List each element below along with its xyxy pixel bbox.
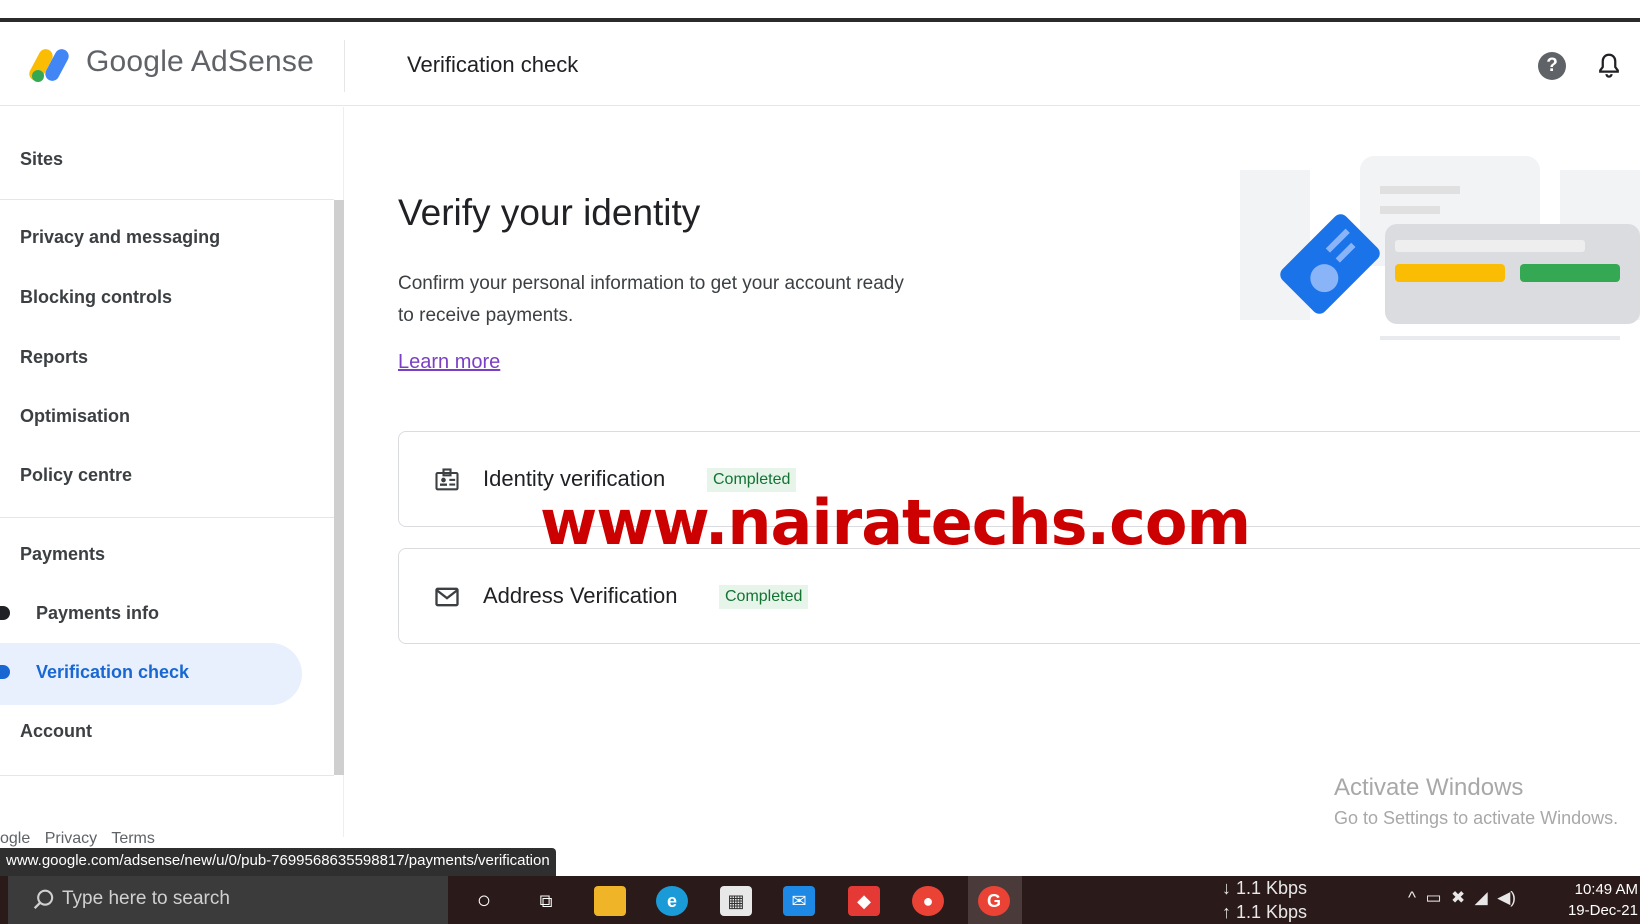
- sidebar-item-policy-centre[interactable]: Policy centre: [20, 465, 132, 486]
- store-icon[interactable]: ▦: [720, 886, 752, 916]
- task-view-icon[interactable]: ⧉: [530, 886, 562, 916]
- sidebar-nav: Sites Privacy and messaging Blocking con…: [0, 107, 344, 837]
- main-title: Verify your identity: [398, 192, 701, 233]
- anydesk-icon[interactable]: ◆: [848, 886, 880, 916]
- adsense-logo[interactable]: Google AdSense: [26, 42, 314, 84]
- status-badge: Completed: [719, 585, 809, 609]
- search-icon: [33, 889, 54, 909]
- sidebar-item-reports[interactable]: Reports: [20, 347, 88, 368]
- footer-link-terms[interactable]: Terms: [111, 830, 155, 847]
- network-disconnected-icon[interactable]: ✖: [1451, 888, 1465, 907]
- status-bar-url: www.google.com/adsense/new/u/0/pub-76995…: [0, 848, 556, 878]
- card-label: Address Verification: [483, 583, 678, 608]
- sidebar-item-verification-check[interactable]: Verification check: [36, 662, 189, 683]
- sidebar-item-blocking-controls[interactable]: Blocking controls: [20, 287, 172, 308]
- battery-icon[interactable]: ▭: [1425, 888, 1441, 907]
- taskbar-search-placeholder: Type here to search: [62, 888, 230, 909]
- brand-name: Google AdSense: [86, 45, 314, 78]
- wifi-icon[interactable]: ◢: [1475, 888, 1488, 907]
- network-download-speed: ↓ 1.1 Kbps: [1222, 878, 1308, 898]
- clock-time: 10:49 AM: [1574, 881, 1638, 898]
- mail-app-icon[interactable]: ✉: [783, 886, 815, 916]
- file-explorer-icon[interactable]: [594, 886, 626, 916]
- help-icon[interactable]: ?: [1538, 52, 1566, 80]
- main-description: Confirm your personal information to get…: [398, 273, 904, 326]
- network-speed-meter: ↓ 1.1 Kbps ↑ 1.1 Kbps: [1222, 876, 1307, 924]
- system-tray[interactable]: ^ ▭ ✖ ◢ ◀): [1408, 888, 1516, 908]
- id-badge-icon: [435, 468, 459, 491]
- sidebar-item-privacy-messaging[interactable]: Privacy and messaging: [20, 227, 220, 248]
- chrome-profile-icon[interactable]: G: [978, 886, 1010, 916]
- sidebar-item-account[interactable]: Account: [20, 721, 92, 742]
- sidebar-item-sites[interactable]: Sites: [20, 149, 63, 170]
- activate-windows-title: Activate Windows: [1334, 774, 1524, 801]
- address-verification-card[interactable]: Address Verification Completed: [398, 548, 1640, 644]
- chrome-icon[interactable]: ●: [912, 886, 944, 916]
- clock-date: 19-Dec-21: [1567, 902, 1638, 919]
- sidebar-divider: [0, 517, 334, 518]
- adsense-logo-icon: [26, 42, 74, 84]
- sidebar-item-optimisation[interactable]: Optimisation: [20, 406, 130, 427]
- taskbar-clock[interactable]: 10:49 AM 19-Dec-21: [1566, 879, 1638, 921]
- sidebar-bullet-icon: [0, 606, 10, 620]
- learn-more-link[interactable]: Learn more: [398, 351, 500, 374]
- sidebar-footer-links: ogle Privacy Terms: [0, 830, 165, 848]
- footer-link-google[interactable]: ogle: [0, 830, 30, 847]
- header-divider: [344, 40, 345, 92]
- activate-windows-subtitle: Go to Settings to activate Windows.: [1334, 808, 1619, 828]
- mail-icon: [435, 587, 459, 607]
- sidebar-item-payments[interactable]: Payments: [20, 544, 105, 565]
- window-top-edge: [0, 0, 1640, 22]
- volume-icon[interactable]: ◀): [1497, 888, 1516, 907]
- watermark-text: www.nairatechs.com: [540, 486, 1251, 559]
- footer-link-privacy[interactable]: Privacy: [45, 830, 97, 847]
- network-upload-speed: ↑ 1.1 Kbps: [1222, 902, 1308, 922]
- cortana-icon[interactable]: ○: [468, 886, 500, 916]
- app-header: Google AdSense Verification check ?: [0, 22, 1640, 106]
- sidebar-divider: [0, 199, 334, 200]
- show-hidden-icons-icon[interactable]: ^: [1408, 888, 1416, 907]
- verification-illustration: [1240, 156, 1640, 340]
- windows-taskbar: Type here to search ○ ⧉ e ▦ ✉ ◆ ● G ↓ 1.…: [0, 876, 1640, 924]
- notifications-bell-icon[interactable]: [1594, 50, 1624, 82]
- sidebar-scrollbar[interactable]: [334, 200, 344, 775]
- taskbar-search-box[interactable]: Type here to search: [8, 876, 448, 924]
- page-heading: Verification check: [407, 52, 579, 77]
- sidebar-divider: [0, 775, 334, 776]
- activate-windows-notice: Activate Windows Go to Settings to activ…: [1334, 774, 1618, 829]
- edge-browser-icon[interactable]: e: [656, 886, 688, 916]
- sidebar-item-payments-info[interactable]: Payments info: [36, 603, 159, 624]
